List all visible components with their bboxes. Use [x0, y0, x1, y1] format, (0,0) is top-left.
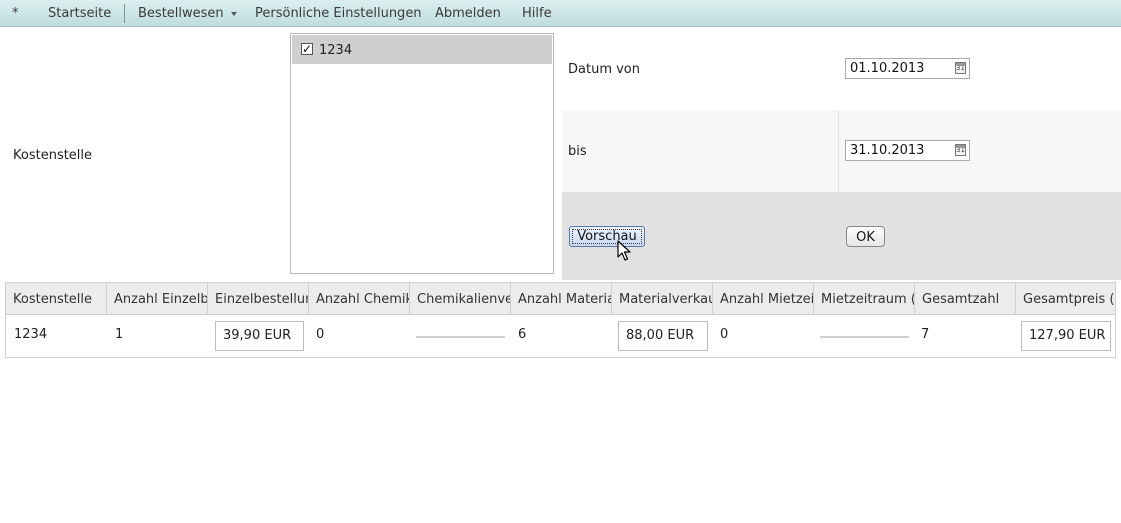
main-menu-bar: * Startseite Bestellwesen Persönliche Ei…	[0, 0, 1121, 27]
column-header: Anzahl Einzelbestellungen	[107, 283, 208, 314]
cost-center-checkbox[interactable]: ✓	[301, 43, 313, 55]
menu-separator	[124, 4, 125, 23]
column-divider	[838, 110, 839, 280]
date-from-label: Datum von	[568, 62, 640, 77]
results-table: Kostenstelle Anzahl Einzelbestellungen E…	[5, 282, 1116, 358]
calendar-icon[interactable]: 31	[955, 144, 966, 156]
cell-single-orders-count: 1	[115, 327, 124, 342]
ok-button[interactable]: OK	[846, 226, 885, 247]
cell-total-price: 127,90 EUR	[1021, 321, 1111, 351]
cost-center-listbox[interactable]: ✓ 1234	[290, 33, 554, 274]
cell-cost-center: 1234	[14, 327, 48, 342]
column-header: Kostenstelle	[6, 283, 107, 314]
cell-rental-price-empty	[820, 336, 909, 338]
date-from-input[interactable]	[845, 58, 970, 79]
date-to-row	[562, 110, 1121, 192]
date-to-label: bis	[568, 144, 587, 159]
menu-item-star[interactable]: *	[12, 0, 19, 27]
column-header: Gesamtpreis (ca.)	[1023, 292, 1115, 307]
mouse-pointer-icon	[617, 240, 631, 261]
menu-item-home[interactable]: Startseite	[48, 0, 111, 27]
calendar-icon[interactable]: 31	[955, 62, 966, 74]
cell-chemicals-count: 0	[316, 327, 325, 342]
cell-materials-count: 6	[518, 327, 527, 342]
cost-center-option-label: 1234	[319, 43, 353, 58]
cell-chemicals-price-empty	[416, 336, 505, 338]
menu-item-settings[interactable]: Persönliche Einstellungen	[255, 0, 422, 27]
menu-item-orders-label: Bestellwesen	[138, 6, 224, 21]
date-to-input[interactable]	[845, 140, 970, 161]
menu-item-help[interactable]: Hilfe	[522, 0, 552, 27]
menu-item-orders[interactable]: Bestellwesen	[138, 0, 237, 27]
cell-materials-price: 88,00 EUR	[618, 321, 708, 351]
actions-row	[562, 192, 1121, 280]
cell-single-orders-price: 39,90 EUR	[215, 321, 304, 351]
menu-item-logout[interactable]: Abmelden	[435, 0, 501, 27]
table-header: Kostenstelle Anzahl Einzelbestellungen E…	[6, 283, 1115, 315]
column-header: Mietzeitraum (ca.)	[814, 283, 915, 314]
column-header: Anzahl Materialverkauf	[511, 283, 612, 314]
cost-center-label: Kostenstelle	[13, 148, 93, 163]
cost-center-option[interactable]: ✓ 1234	[292, 35, 552, 64]
column-header: Anzahl Mietzeitraum	[713, 283, 814, 314]
chevron-down-icon	[230, 11, 237, 16]
cell-rental-count: 0	[720, 327, 729, 342]
cell-total-count: 7	[921, 327, 930, 342]
preview-button[interactable]: Vorschau	[569, 226, 645, 247]
column-header: Materialverkauf	[612, 283, 713, 314]
column-header: Chemikalienverkauf	[410, 283, 511, 314]
column-header: Einzelbestellungen	[208, 283, 309, 314]
column-header: Anzahl Chemikalien	[309, 283, 410, 314]
column-header: Gesamtzahl	[915, 283, 1016, 314]
